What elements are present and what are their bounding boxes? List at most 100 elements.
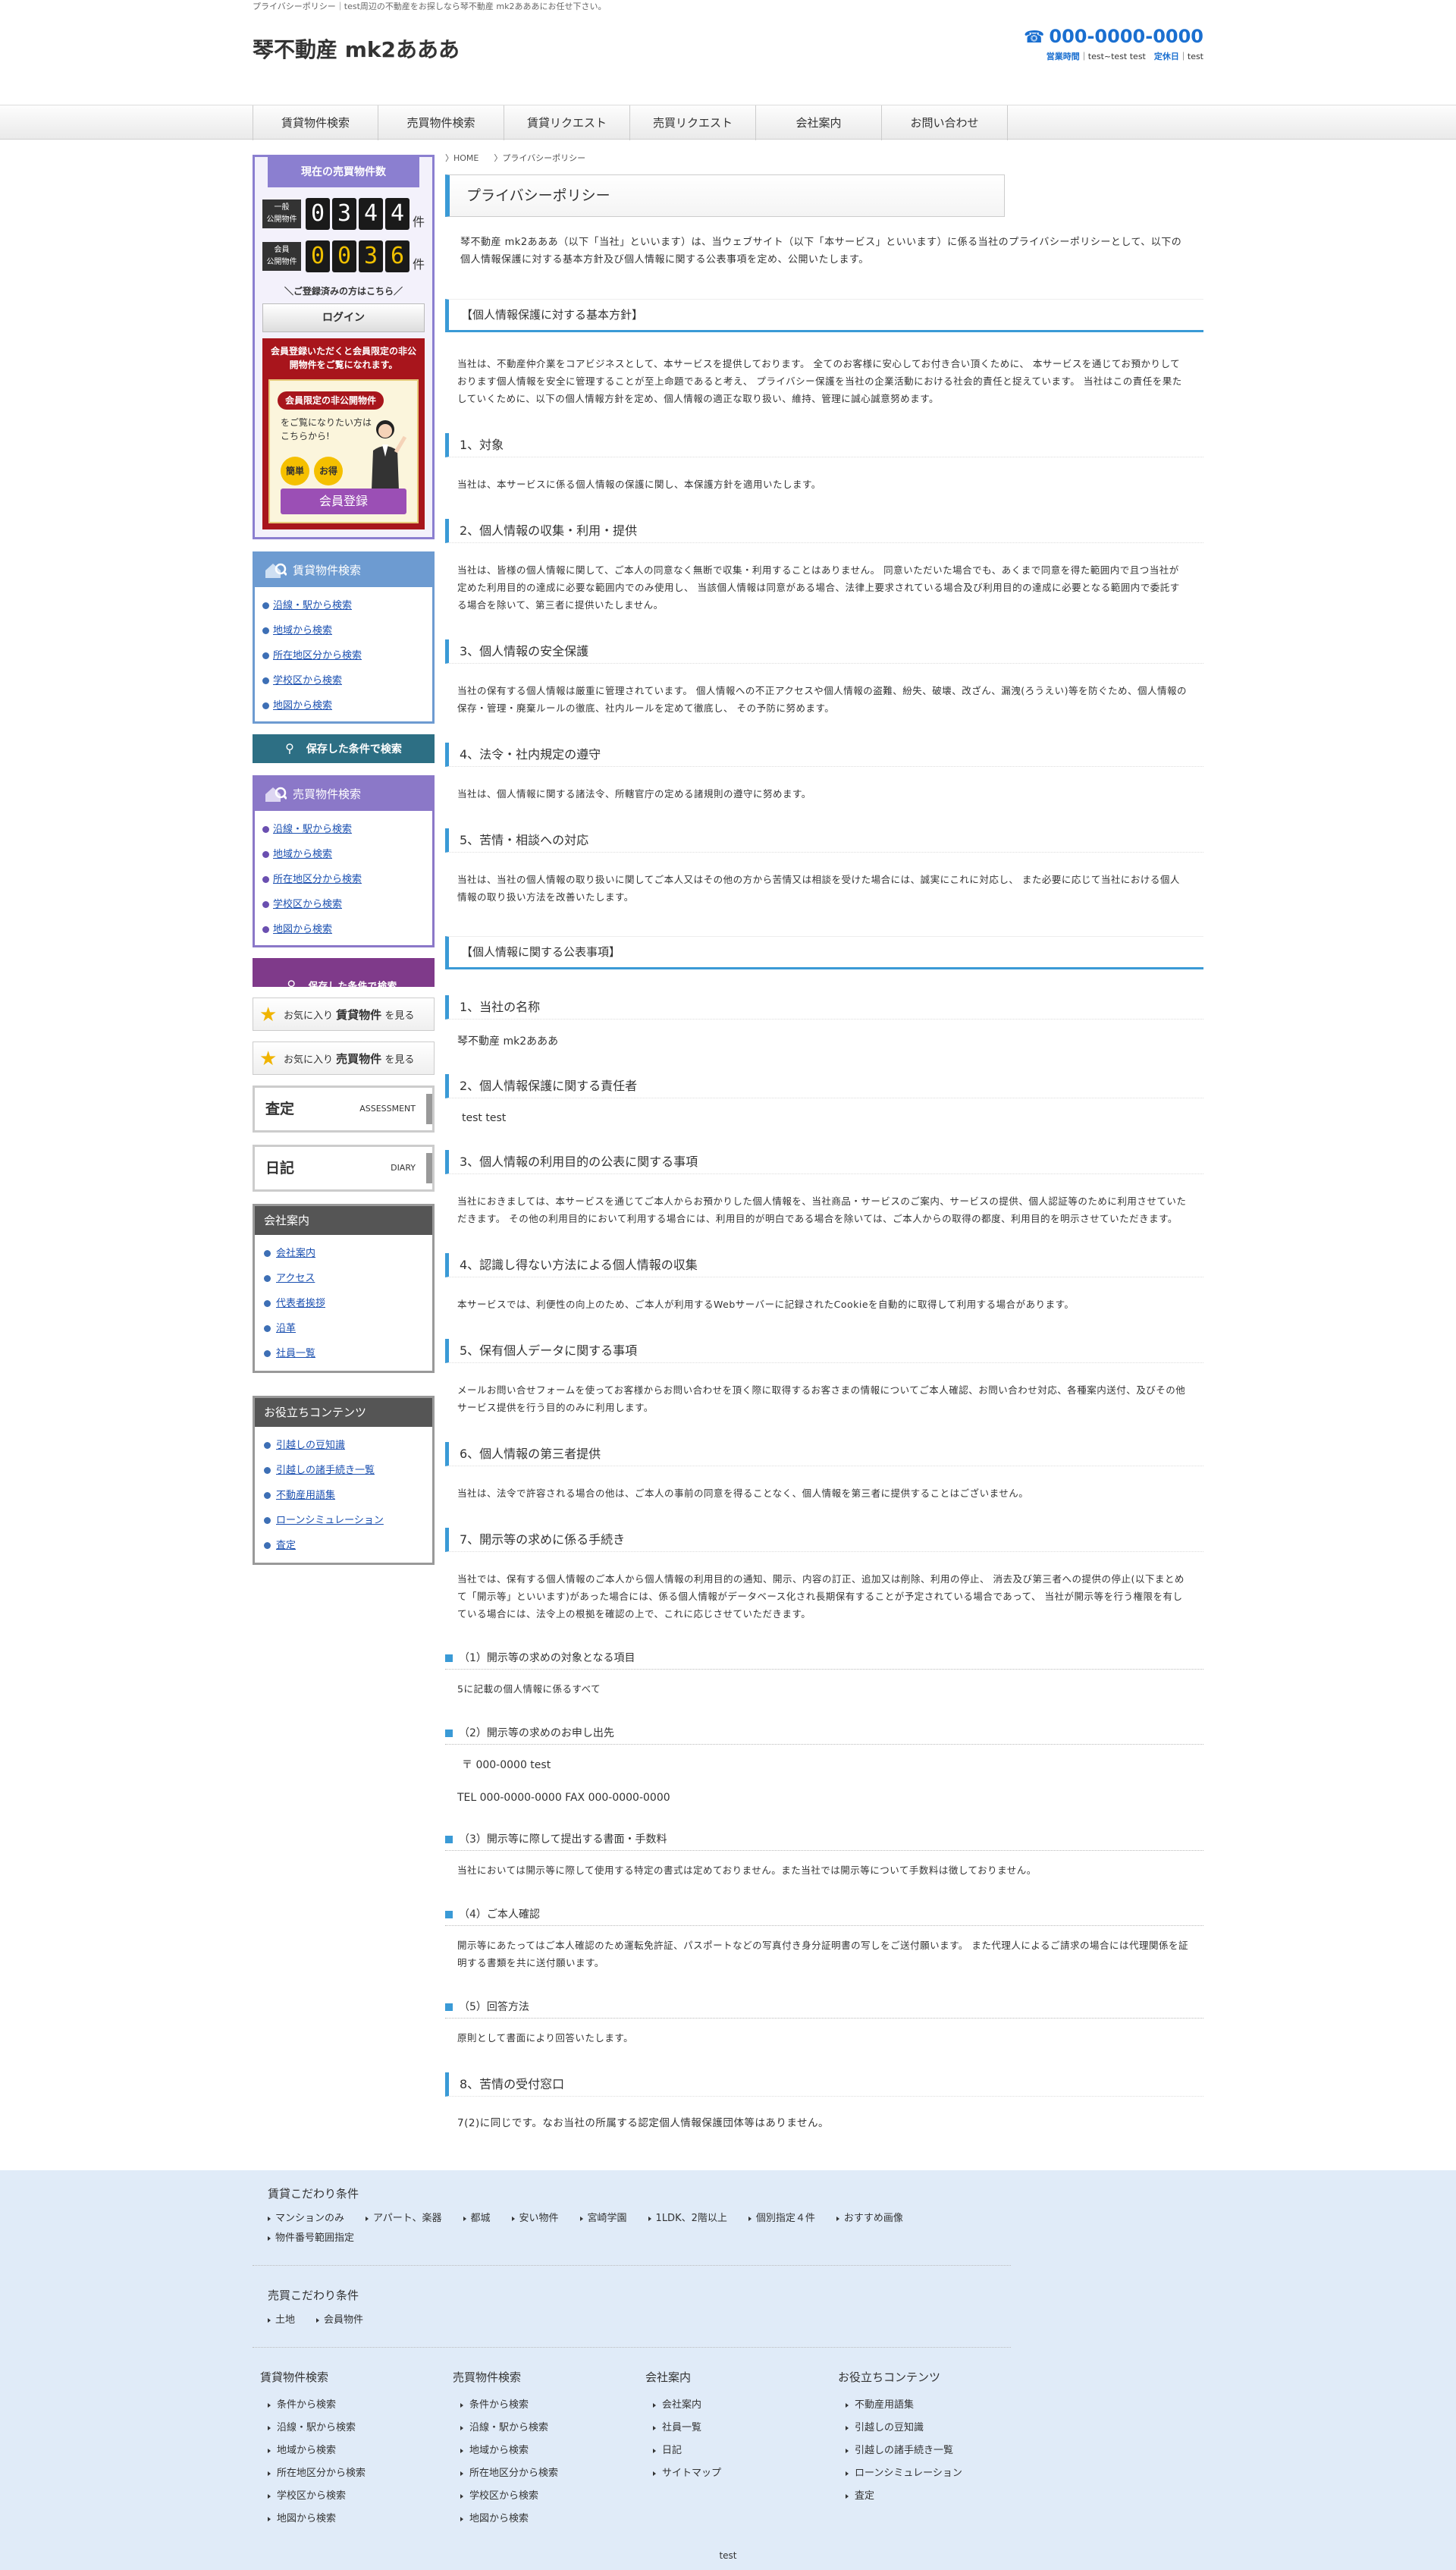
rent-search-link[interactable]: 地域から検索 [273,625,332,636]
useful-content-link[interactable]: ローンシミュレーション [276,1515,384,1526]
footer-link[interactable]: 引越しの諸手続き一覧 [838,2440,1031,2462]
nav-item-0[interactable]: 賃貸物件検索 [253,105,378,140]
diary-en-label: DIARY [391,1163,416,1173]
footer-link[interactable]: 会社案内 [645,2394,838,2417]
footer-condition-tag[interactable]: 都城 [463,2209,491,2229]
subsection-heading: （5）回答方法 [445,1999,1203,2019]
rent-search-link[interactable]: 沿線・駅から検索 [273,600,352,611]
count-digit: 0 [305,240,330,272]
member-count-label: 会員 公開物件 [262,242,301,271]
footer-condition-tag[interactable]: マンションのみ [268,2209,344,2229]
footer-link[interactable]: 地図から検索 [260,2508,453,2531]
footer-column-title: 売買物件検索 [453,2370,522,2384]
footer-condition-tag[interactable]: 会員物件 [316,2311,363,2330]
company-link[interactable]: 代表者挨拶 [276,1298,325,1309]
footer-link[interactable]: 地域から検索 [260,2440,453,2462]
diary-label: 日記 [265,1160,295,1177]
sale-search-link[interactable]: 学校区から検索 [273,899,342,910]
footer-link[interactable]: サイトマップ [645,2462,838,2485]
fav-rent-strong: 賃貸物件 [336,1008,382,1022]
assessment-button[interactable]: 査定 ASSESSMENT [253,1085,435,1133]
company-link[interactable]: 沿革 [276,1323,296,1334]
sale-search-link-item: 地図から検索 [262,917,425,942]
footer-link[interactable]: 不動産用語集 [838,2394,1031,2417]
footer-link[interactable]: 引越しの豆知識 [838,2417,1031,2440]
section-paragraph: 当社においては開示等に際して使用する特定の書式は定めておりません。また当社では開… [457,1865,1037,1876]
register-button[interactable]: 会員登録 [281,489,406,514]
footer-link[interactable]: 社員一覧 [645,2417,838,2440]
footer-link[interactable]: ローンシミュレーション [838,2462,1031,2485]
footer-condition-tag[interactable]: 物件番号範囲指定 [268,2229,354,2248]
sidebar: 現在の売買物件数 一般 公開物件 0344 件 会員 公開物件 0036 件 ＼… [253,155,435,1565]
phone-number[interactable]: ☎ 000-0000-0000 [1024,26,1203,47]
phone-number-text: 000-0000-0000 [1049,26,1203,47]
nav-item-4[interactable]: 会社案内 [756,105,882,140]
footer-link[interactable]: 沿線・駅から検索 [453,2417,645,2440]
footer-link[interactable]: 日記 [645,2440,838,2462]
sale-search-link-item: 地域から検索 [262,842,425,867]
nav-item-1[interactable]: 売買物件検索 [378,105,504,140]
section-subheading: 4、法令・社内規定の遵守 [445,743,1203,767]
footer-link[interactable]: 学校区から検索 [260,2485,453,2508]
company-link[interactable]: 社員一覧 [276,1348,315,1359]
rent-saved-search-button[interactable]: ⚲ 保存した条件で検索 [253,734,435,763]
favorite-rent-button[interactable]: ★ お気に入り 賃貸物件 を見る [253,998,435,1031]
footer-link[interactable]: 査定 [838,2485,1031,2508]
useful-content-link[interactable]: 査定 [276,1540,296,1551]
useful-content-link[interactable]: 引越しの諸手続き一覧 [276,1465,375,1476]
diary-button[interactable]: 日記 DIARY [253,1145,435,1192]
section-paragraph: 当社の保有する個人情報は厳重に管理されています。 個人情報への不正アクセスや個人… [457,685,1187,714]
sale-search-link[interactable]: 地図から検索 [273,924,332,935]
footer-link[interactable]: 所在地区分から検索 [260,2462,453,2485]
footer-link[interactable]: 地域から検索 [453,2440,645,2462]
footer-link[interactable]: 条件から検索 [260,2394,453,2417]
company-link[interactable]: アクセス [276,1273,315,1284]
basic-policy-items: 1、対象 当社は、本サービスに係る個人情報の保護に関し、本保護方針を適用いたします… [445,433,1203,906]
useful-content-link[interactable]: 不動産用語集 [276,1490,335,1501]
useful-content-link[interactable]: 引越しの豆知識 [276,1440,345,1451]
footer-link[interactable]: 地図から検索 [453,2508,645,2531]
useful-content-box: お役立ちコンテンツ 引越しの豆知識 引越しの諸手続き一覧 不動産用語集 ローンシミュレ… [253,1396,435,1565]
rent-search-link[interactable]: 所在地区分から検索 [273,650,362,661]
login-button[interactable]: ログイン [262,303,425,332]
nav-item-5[interactable]: お問い合わせ [882,105,1008,140]
contact-tel-fax: TEL 000-0000-0000 FAX 000-0000-0000 [457,1792,670,1804]
footer-link[interactable]: 沿線・駅から検索 [260,2417,453,2440]
member-promo[interactable]: 会員登録いただくと会員限定の非公開物件をご覧になれます。 会員限定の非公開物件 … [262,338,425,529]
rent-search-link[interactable]: 学校区から検索 [273,675,342,686]
footer-condition-tag[interactable]: 1LDK、2階以上 [648,2209,727,2229]
footer-condition-tag[interactable]: 個別指定４件 [748,2209,815,2229]
footer-link[interactable]: 学校区から検索 [453,2485,645,2508]
promo-text: 会員登録いただくと会員限定の非公開物件をご覧になれます。 [270,346,416,370]
public-count-row: 一般 公開物件 0344 件 [262,198,425,230]
company-link[interactable]: 会社案内 [276,1248,315,1259]
sale-search-link[interactable]: 所在地区分から検索 [273,874,362,885]
intro-text: 琴不動産 mk2あああ（以下「当社」といいます）は、当ウェブサイト（以下「本サー… [460,237,1182,265]
footer-condition-tag[interactable]: 宮崎学園 [579,2209,627,2229]
count-digit: 3 [358,240,383,272]
company-link-item: 代表者挨拶 [264,1291,423,1316]
section-subheading: 3、個人情報の安全保護 [445,639,1203,664]
sale-search-link[interactable]: 地域から検索 [273,849,332,860]
nav-item-3[interactable]: 売買リクエスト [630,105,756,140]
house-search-icon [265,563,287,578]
company-link-item: 会社案内 [264,1241,423,1266]
section-paragraph: 当社は、本サービスに係る個人情報の保護に関し、本保護方針を適用いたします。 [457,479,821,490]
site-logo[interactable]: 琴不動産 mk2あああ [253,33,460,64]
footer-condition-tag[interactable]: 安い物件 [511,2209,559,2229]
business-hours: 営業時間｜test~test test 定休日｜test [1046,52,1203,61]
nav-item-2[interactable]: 賃貸リクエスト [504,105,630,140]
footer-condition-tag[interactable]: おすすめ画像 [836,2209,903,2229]
rent-search-link[interactable]: 地図から検索 [273,700,332,712]
breadcrumb-home[interactable]: 〉HOME [445,153,486,163]
favorite-sale-button[interactable]: ★ お気に入り 売買物件 を見る [253,1042,435,1075]
sale-search-title: 売買物件検索 [255,778,432,811]
footer-link[interactable]: 所在地区分から検索 [453,2462,645,2485]
footer-condition-tag[interactable]: アパート、楽器 [366,2209,442,2229]
sale-search-link[interactable]: 沿線・駅から検索 [273,824,352,835]
footer-link[interactable]: 条件から検索 [453,2394,645,2417]
footer-condition-tag[interactable]: 土地 [268,2311,295,2330]
count-digit: 6 [384,240,410,272]
sale-saved-search-button[interactable]: ⚲ 保存した条件で検索 [253,958,435,992]
section-subheading: 6、個人情報の第三者提供 [445,1442,1203,1466]
